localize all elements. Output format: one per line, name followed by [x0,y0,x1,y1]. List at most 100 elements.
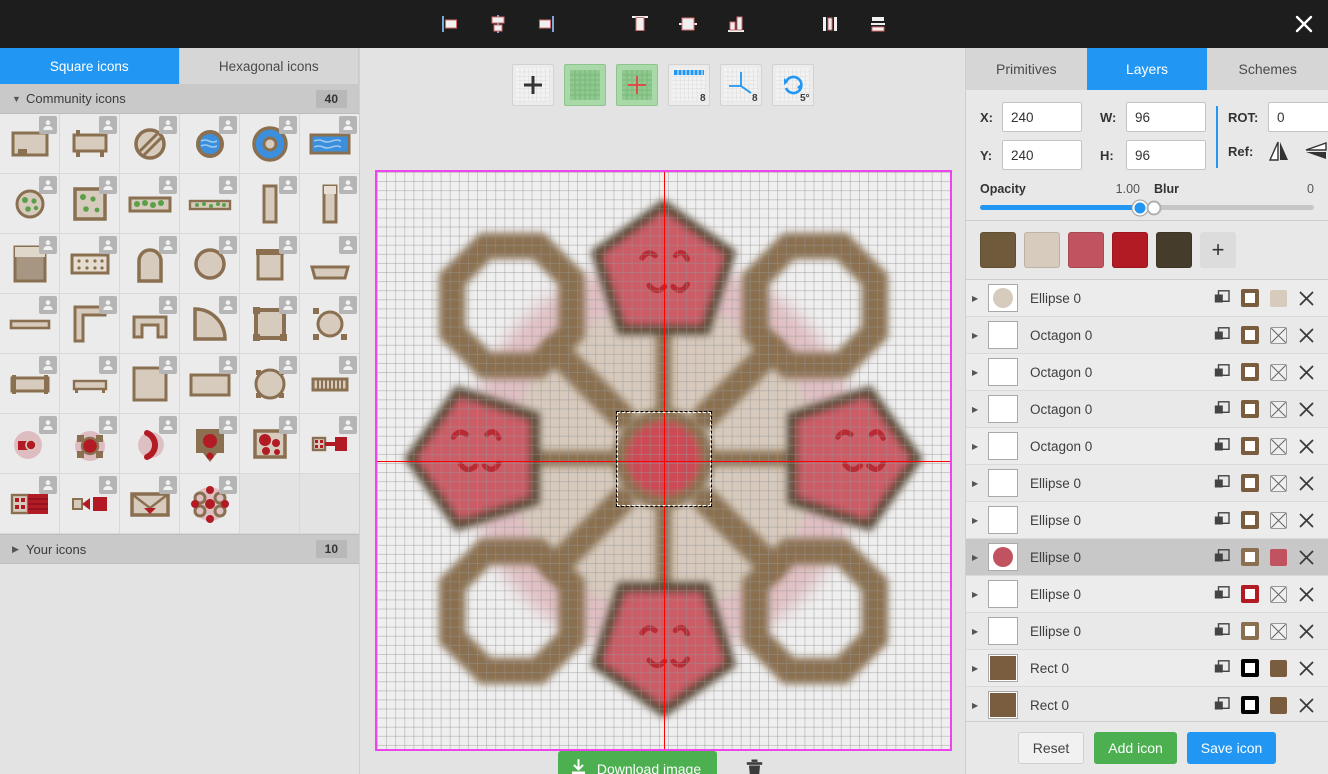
tab-layers[interactable]: Layers [1087,48,1208,90]
icon-cell-fountain-ring[interactable] [240,114,300,174]
x-input[interactable] [1002,102,1082,132]
icon-cell-corner-wall[interactable] [60,294,120,354]
stroke-color-button[interactable] [1236,326,1264,344]
layer-row[interactable]: Ellipse 0 [966,465,1328,502]
h-input[interactable] [1126,140,1206,170]
duplicate-layer-button[interactable] [1208,623,1236,639]
stroke-color-button[interactable] [1236,437,1264,455]
icon-cell-altar-red[interactable] [180,414,240,474]
color-swatch-0[interactable] [980,232,1016,268]
icon-cell-device-red-b[interactable] [60,474,120,534]
flip-horizontal-icon[interactable] [1268,140,1290,162]
color-swatch-4[interactable] [1156,232,1192,268]
tab-primitives[interactable]: Primitives [966,48,1087,90]
delete-layer-button[interactable] [1292,661,1320,676]
fill-color-button[interactable] [1264,623,1292,640]
expand-layer-icon[interactable] [972,516,988,525]
fill-color-button[interactable] [1264,660,1292,677]
icon-cell-mechanism-ring[interactable] [180,474,240,534]
delete-layer-button[interactable] [1292,328,1320,343]
layer-row[interactable]: Ellipse 0 [966,502,1328,539]
icon-cell-u-desk[interactable] [120,294,180,354]
icon-cell-low-bench[interactable] [60,354,120,414]
icon-cell-bush-round[interactable] [0,174,60,234]
icon-cell-trap-octagon-red[interactable] [60,414,120,474]
icon-cell-table-bench[interactable] [0,354,60,414]
expand-layer-icon[interactable] [972,664,988,673]
align-bottom-button[interactable] [712,0,760,48]
add-color-button[interactable]: + [1200,232,1236,268]
blur-slider[interactable] [1154,205,1314,210]
icon-cell-column-vertical[interactable] [300,174,360,234]
icon-cell-round-frame[interactable] [300,294,360,354]
expand-layer-icon[interactable] [972,405,988,414]
delete-layer-button[interactable] [1292,624,1320,639]
toggle-crosshair-button[interactable] [616,64,658,106]
duplicate-layer-button[interactable] [1208,290,1236,306]
layer-row[interactable]: Octagon 0 [966,428,1328,465]
stroke-color-button[interactable] [1236,400,1264,418]
fill-color-button[interactable] [1264,438,1292,455]
fill-color-button[interactable] [1264,364,1292,381]
icon-cell-trap-curve-red[interactable] [120,414,180,474]
align-right-button[interactable] [522,0,570,48]
duplicate-layer-button[interactable] [1208,660,1236,676]
blur-slider-handle[interactable] [1147,200,1162,215]
tab-schemes[interactable]: Schemes [1207,48,1328,90]
layers-list[interactable]: Ellipse 0Octagon 0Octagon 0Octagon 0Octa… [966,280,1328,721]
fill-color-button[interactable] [1264,549,1292,566]
align-center-horizontal-button[interactable] [474,0,522,48]
flip-vertical-icon[interactable] [1304,140,1328,162]
expand-layer-icon[interactable] [972,294,988,303]
layer-row[interactable]: Ellipse 0 [966,539,1328,576]
layer-row[interactable]: Rect 0 [966,687,1328,721]
icon-cell-table-legs[interactable] [60,114,120,174]
icon-cell-rug-dotted[interactable] [60,234,120,294]
duplicate-layer-button[interactable] [1208,586,1236,602]
layer-row[interactable]: Octagon 0 [966,354,1328,391]
color-swatch-2[interactable] [1068,232,1104,268]
icon-cell-round-table[interactable] [180,234,240,294]
layer-row[interactable]: Ellipse 0 [966,280,1328,317]
expand-layer-icon[interactable] [972,368,988,377]
icon-cell-lever-red[interactable] [300,414,360,474]
expand-layer-icon[interactable] [972,442,988,451]
section-your-icons[interactable]: Your icons 10 [0,534,359,564]
delete-layer-button[interactable] [1292,291,1320,306]
color-swatch-1[interactable] [1024,232,1060,268]
opacity-slider[interactable] [980,205,1140,210]
icon-cell-wide-table[interactable] [180,354,240,414]
delete-layer-button[interactable] [1292,439,1320,454]
layer-row[interactable]: Rect 0 [966,650,1328,687]
icon-cell-barrel-hatch[interactable] [120,114,180,174]
duplicate-layer-button[interactable] [1208,512,1236,528]
snap-to-angle-button[interactable]: 8 [720,64,762,106]
y-input[interactable] [1002,140,1082,170]
icon-cell-cabinet[interactable] [240,234,300,294]
align-top-button[interactable] [616,0,664,48]
fill-color-button[interactable] [1264,290,1292,307]
duplicate-layer-button[interactable] [1208,549,1236,565]
icon-cell-well-water-small[interactable] [180,114,240,174]
delete-layer-button[interactable] [1292,402,1320,417]
rotation-input[interactable] [1268,102,1328,132]
delete-layer-button[interactable] [1292,550,1320,565]
delete-layer-button[interactable] [1292,513,1320,528]
icon-cell-hedge-long[interactable] [120,174,180,234]
align-middle-vertical-button[interactable] [664,0,712,48]
icon-cell-planter-square[interactable] [60,174,120,234]
duplicate-layer-button[interactable] [1208,438,1236,454]
rotation-step-button[interactable]: 5° [772,64,814,106]
icon-cell-arch-door[interactable] [120,234,180,294]
link-dimensions-bracket[interactable] [1216,106,1218,168]
expand-layer-icon[interactable] [972,479,988,488]
icon-cell-trap-glow-small[interactable] [0,414,60,474]
duplicate-layer-button[interactable] [1208,475,1236,491]
fill-color-button[interactable] [1264,512,1292,529]
delete-layer-button[interactable] [1292,698,1320,713]
stroke-color-button[interactable] [1236,511,1264,529]
fill-color-button[interactable] [1264,475,1292,492]
fill-color-button[interactable] [1264,586,1292,603]
align-left-button[interactable] [426,0,474,48]
layer-row[interactable]: Octagon 0 [966,391,1328,428]
